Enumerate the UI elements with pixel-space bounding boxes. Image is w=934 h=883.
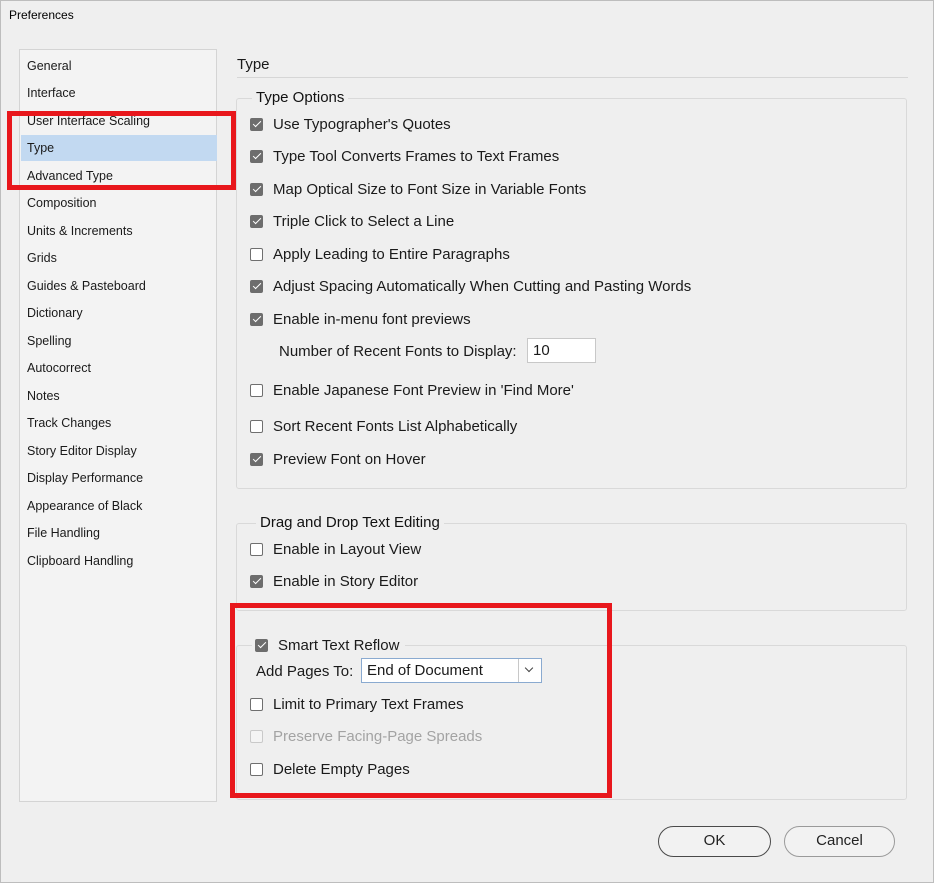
- sidebar-item-spelling[interactable]: Spelling: [21, 328, 217, 354]
- checkbox[interactable]: [255, 638, 268, 652]
- checkbox[interactable]: [250, 279, 263, 293]
- checkbox[interactable]: [250, 182, 263, 196]
- drag-drop-group: [236, 523, 907, 611]
- sidebar-item-general[interactable]: General: [21, 53, 217, 79]
- option-label: Adjust Spacing Automatically When Cuttin…: [273, 277, 692, 295]
- option-label: Enable in Layout View: [273, 540, 422, 558]
- checkbox[interactable]: [250, 542, 263, 556]
- sidebar-item-interface[interactable]: Interface: [21, 80, 217, 106]
- option-label: Enable in-menu font previews: [273, 310, 471, 328]
- option-type-tool-converts-frames[interactable]: Type Tool Converts Frames to Text Frames: [250, 146, 559, 166]
- option-limit-primary-frames[interactable]: Limit to Primary Text Frames: [250, 694, 464, 714]
- checkbox[interactable]: [250, 452, 263, 466]
- option-label: Limit to Primary Text Frames: [273, 695, 464, 713]
- checkbox[interactable]: [250, 312, 263, 326]
- sidebar-item-track-changes[interactable]: Track Changes: [21, 410, 217, 436]
- window-title: Preferences: [9, 8, 74, 22]
- checkbox: [250, 729, 263, 743]
- checkbox[interactable]: [250, 762, 263, 776]
- option-map-optical-size[interactable]: Map Optical Size to Font Size in Variabl…: [250, 179, 586, 199]
- category-list: General Interface User Interface Scaling…: [19, 49, 217, 802]
- option-smart-text-reflow[interactable]: Smart Text Reflow: [252, 635, 406, 655]
- option-enable-story-editor[interactable]: Enable in Story Editor: [250, 571, 418, 591]
- option-label: Map Optical Size to Font Size in Variabl…: [273, 180, 587, 198]
- sidebar-item-display-performance[interactable]: Display Performance: [21, 465, 217, 491]
- type-options-legend: Type Options: [252, 89, 349, 106]
- option-apply-leading[interactable]: Apply Leading to Entire Paragraphs: [250, 244, 510, 264]
- checkbox[interactable]: [250, 117, 263, 131]
- option-label: Preserve Facing-Page Spreads: [273, 727, 483, 745]
- option-japanese-font-preview[interactable]: Enable Japanese Font Preview in 'Find Mo…: [250, 380, 574, 400]
- option-typographers-quotes[interactable]: Use Typographer's Quotes: [250, 114, 451, 134]
- recent-fonts-input[interactable]: 10: [527, 338, 596, 363]
- option-delete-empty-pages[interactable]: Delete Empty Pages: [250, 759, 410, 779]
- option-label: Enable Japanese Font Preview in 'Find Mo…: [273, 381, 574, 399]
- checkbox[interactable]: [250, 383, 263, 397]
- chevron-down-icon[interactable]: [518, 659, 541, 682]
- checkbox[interactable]: [250, 419, 263, 433]
- option-label: Use Typographer's Quotes: [273, 115, 451, 133]
- sidebar-item-units-increments[interactable]: Units & Increments: [21, 218, 217, 244]
- option-preserve-facing-spreads: Preserve Facing-Page Spreads: [250, 726, 482, 746]
- option-label: Enable in Story Editor: [273, 572, 419, 590]
- option-preview-font-hover[interactable]: Preview Font on Hover: [250, 449, 426, 469]
- sidebar-item-file-handling[interactable]: File Handling: [21, 520, 217, 546]
- sidebar-item-guides-pasteboard[interactable]: Guides & Pasteboard: [21, 273, 217, 299]
- checkbox[interactable]: [250, 247, 263, 261]
- sidebar-item-dictionary[interactable]: Dictionary: [21, 300, 217, 326]
- checkbox[interactable]: [250, 697, 263, 711]
- sidebar-item-user-interface-scaling[interactable]: User Interface Scaling: [21, 108, 217, 134]
- sidebar-item-clipboard-handling[interactable]: Clipboard Handling: [21, 548, 217, 574]
- sidebar-item-composition[interactable]: Composition: [21, 190, 217, 216]
- option-enable-layout-view[interactable]: Enable in Layout View: [250, 539, 421, 559]
- sidebar-item-advanced-type[interactable]: Advanced Type: [21, 163, 217, 189]
- add-pages-select[interactable]: End of Document: [361, 658, 542, 683]
- option-label: Triple Click to Select a Line: [273, 212, 455, 230]
- option-label: Type Tool Converts Frames to Text Frames: [273, 147, 560, 165]
- section-title: Type: [237, 56, 270, 73]
- option-label: Smart Text Reflow: [278, 636, 400, 654]
- ok-button[interactable]: OK: [658, 826, 771, 857]
- recent-fonts-label: Number of Recent Fonts to Display:: [279, 343, 517, 360]
- drag-drop-legend: Drag and Drop Text Editing: [256, 514, 444, 531]
- sidebar-item-grids[interactable]: Grids: [21, 245, 217, 271]
- cancel-button[interactable]: Cancel: [784, 826, 895, 857]
- option-label: Delete Empty Pages: [273, 760, 410, 778]
- sidebar-item-type[interactable]: Type: [21, 135, 217, 161]
- option-label: Preview Font on Hover: [273, 450, 426, 468]
- checkbox[interactable]: [250, 574, 263, 588]
- add-pages-value: End of Document: [367, 662, 483, 679]
- option-label: Sort Recent Fonts List Alphabetically: [273, 417, 518, 435]
- option-enable-font-previews[interactable]: Enable in-menu font previews: [250, 309, 471, 329]
- sidebar-item-appearance-of-black[interactable]: Appearance of Black: [21, 493, 217, 519]
- option-triple-click-select-line[interactable]: Triple Click to Select a Line: [250, 211, 454, 231]
- sidebar-item-story-editor-display[interactable]: Story Editor Display: [21, 438, 217, 464]
- sidebar-item-autocorrect[interactable]: Autocorrect: [21, 355, 217, 381]
- sidebar-item-notes[interactable]: Notes: [21, 383, 217, 409]
- option-adjust-spacing[interactable]: Adjust Spacing Automatically When Cuttin…: [250, 276, 691, 296]
- checkbox[interactable]: [250, 149, 263, 163]
- option-label: Apply Leading to Entire Paragraphs: [273, 245, 510, 263]
- option-sort-recent-fonts[interactable]: Sort Recent Fonts List Alphabetically: [250, 416, 517, 436]
- section-divider: [237, 77, 908, 78]
- add-pages-label: Add Pages To:: [256, 663, 354, 680]
- checkbox[interactable]: [250, 214, 263, 228]
